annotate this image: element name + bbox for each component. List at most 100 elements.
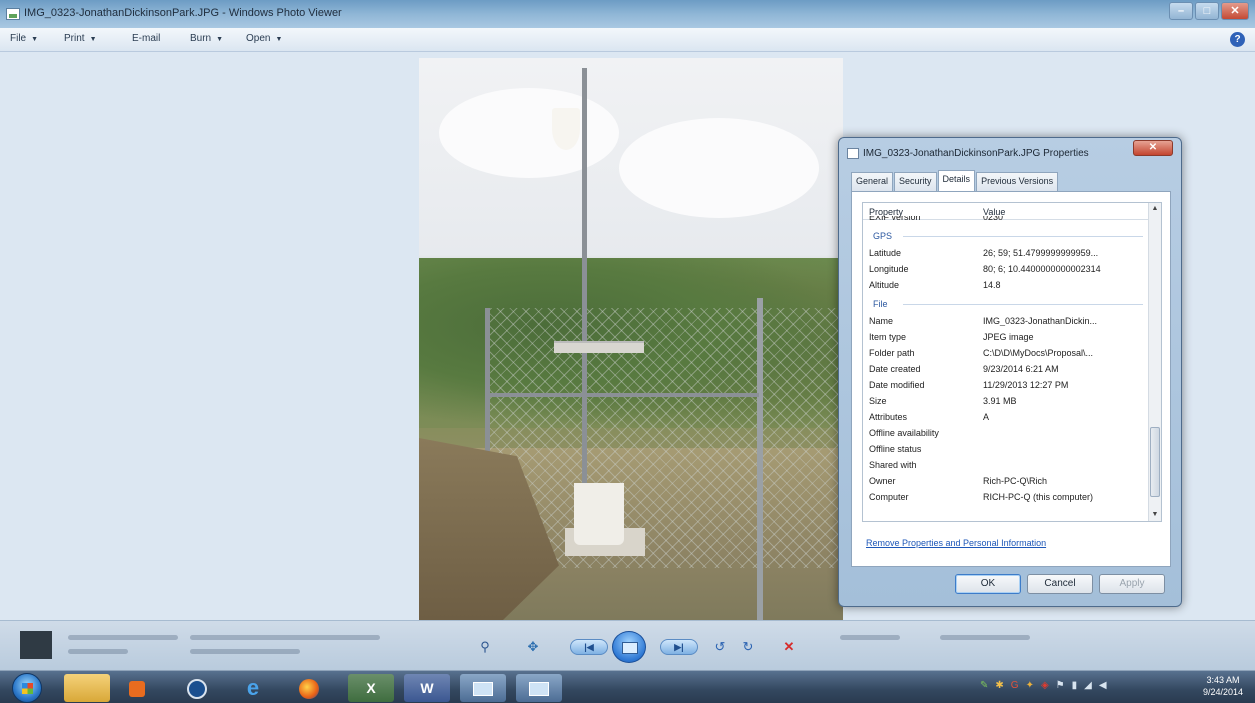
blurred-rating xyxy=(840,635,900,640)
menu-file-label: File xyxy=(10,33,27,44)
menu-email[interactable]: E-mail xyxy=(132,33,160,44)
title-bar: IMG_0323-JonathanDickinsonPark.JPG - Win… xyxy=(0,0,1255,28)
previous-button[interactable]: |◀ xyxy=(570,639,608,655)
clock-date: 9/24/2014 xyxy=(1202,687,1243,697)
details-panel: Property Value EXIF version 0230 GPS Lat… xyxy=(851,191,1171,567)
tray-flag-icon[interactable]: ⚑ xyxy=(1056,680,1065,691)
rotate-counterclockwise-icon[interactable]: ↺ xyxy=(710,637,730,657)
taskbar-word-icon[interactable]: W xyxy=(404,674,450,702)
file-thumbnail xyxy=(20,631,52,659)
taskbar-ie-icon[interactable]: e xyxy=(236,674,270,702)
taskbar-firefox-icon[interactable] xyxy=(292,674,326,702)
ok-button[interactable]: OK xyxy=(955,574,1021,594)
delete-icon[interactable]: ✕ xyxy=(778,637,800,657)
list-row[interactable]: Size 3.91 MB xyxy=(863,393,1149,409)
taskbar-excel-icon[interactable]: X xyxy=(348,674,394,702)
slideshow-button[interactable] xyxy=(612,631,646,663)
apply-button[interactable]: Apply xyxy=(1099,574,1165,594)
rotate-clockwise-icon[interactable]: ↻ xyxy=(738,637,758,657)
photo-viewer-app-icon xyxy=(6,8,20,20)
taskbar-clock[interactable]: 3:43 AM 9/24/2014 xyxy=(1203,674,1243,698)
row-key: Folder path xyxy=(869,348,915,358)
menu-file[interactable]: File ▼ xyxy=(10,33,38,44)
tray-network-icon[interactable]: ◢ xyxy=(1084,680,1092,691)
list-row[interactable]: Attributes A xyxy=(863,409,1149,425)
scroll-up-icon[interactable]: ▲ xyxy=(1149,203,1161,215)
menu-print[interactable]: Print ▼ xyxy=(64,33,97,44)
row-value: C:\D\D\MyDocs\Proposal\... xyxy=(983,348,1094,358)
tray-battery-icon[interactable]: ▮ xyxy=(1072,680,1078,691)
row-key: Offline availability xyxy=(869,428,939,438)
row-value: A xyxy=(983,412,990,422)
list-row[interactable]: Owner Rich-PC-Q\Rich xyxy=(863,473,1149,489)
next-button[interactable]: ▶| xyxy=(660,639,698,655)
list-row[interactable]: Latitude 26; 59; 51.4799999999959... xyxy=(863,245,1149,261)
row-value: 9/23/2014 6:21 AM xyxy=(983,364,1059,374)
group-gps: GPS xyxy=(863,228,1149,244)
tray-shield-icon[interactable]: ◈ xyxy=(1041,680,1049,691)
list-row[interactable]: Computer RICH-PC-Q (this computer) xyxy=(863,489,1149,505)
chevron-down-icon: ▼ xyxy=(216,36,224,43)
start-button[interactable] xyxy=(12,673,42,703)
row-key: Attributes xyxy=(869,412,908,422)
list-row[interactable]: Offline status xyxy=(863,441,1149,457)
taskbar-explorer-icon[interactable] xyxy=(64,674,110,702)
cancel-button[interactable]: Cancel xyxy=(1027,574,1093,594)
taskbar-photo-viewer-icon[interactable] xyxy=(460,674,506,702)
taskbar-media-icon[interactable] xyxy=(120,674,154,702)
tray-app-icon[interactable]: ✱ xyxy=(995,680,1003,691)
tab-security[interactable]: Security xyxy=(894,172,937,191)
tray-google-icon[interactable]: G xyxy=(1011,680,1019,691)
row-key: Shared with xyxy=(869,460,917,470)
menu-burn-label: Burn xyxy=(190,33,212,44)
system-tray: ✎ ✱ G ✦ ◈ ⚑ ▮ ◢ ◀ xyxy=(980,680,1107,691)
close-button[interactable]: ✕ xyxy=(1221,2,1249,20)
row-value: 14.8 xyxy=(983,280,1001,290)
minimize-button[interactable]: – xyxy=(1169,2,1193,20)
row-key: Longitude xyxy=(869,264,909,274)
tray-tool-icon[interactable]: ✦ xyxy=(1026,680,1034,691)
actual-size-icon[interactable]: ✥ xyxy=(522,637,544,657)
remove-properties-link[interactable]: Remove Properties and Personal Informati… xyxy=(866,538,1046,548)
scroll-thumb[interactable] xyxy=(1150,427,1160,497)
properties-scrollbar[interactable]: ▲ ▼ xyxy=(1148,203,1161,521)
row-value: 11/29/2013 12:27 PM xyxy=(983,380,1069,390)
chevron-down-icon: ▼ xyxy=(31,36,39,43)
row-key: Date created xyxy=(869,364,921,374)
menu-print-label: Print xyxy=(64,33,85,44)
list-row[interactable]: Longitude 80; 6; 10.4400000000002314 xyxy=(863,261,1149,277)
photo-fence-rail xyxy=(489,393,759,397)
list-row[interactable]: Offline availability xyxy=(863,425,1149,441)
row-key: Altitude xyxy=(869,280,900,290)
list-row[interactable]: Name IMG_0323-JonathanDickin... xyxy=(863,313,1149,329)
row-value: 3.91 MB xyxy=(983,396,1017,406)
blurred-tags xyxy=(190,649,300,654)
menu-open[interactable]: Open ▼ xyxy=(246,33,282,44)
tray-volume-icon[interactable]: ◀ xyxy=(1099,680,1107,691)
list-row[interactable]: Shared with xyxy=(863,457,1149,473)
clock-time: 3:43 AM xyxy=(1206,675,1240,685)
list-row[interactable]: Date modified 11/29/2013 12:27 PM xyxy=(863,377,1149,393)
tray-pen-icon[interactable]: ✎ xyxy=(980,680,988,691)
taskbar-hp-icon[interactable] xyxy=(180,674,214,702)
list-row[interactable]: Date created 9/23/2014 6:21 AM xyxy=(863,361,1149,377)
taskbar-photo-viewer-icon-2[interactable] xyxy=(516,674,562,702)
properties-list[interactable]: Property Value EXIF version 0230 GPS Lat… xyxy=(862,202,1162,522)
maximize-button[interactable]: □ xyxy=(1195,2,1219,20)
list-row[interactable]: Item type JPEG image xyxy=(863,329,1149,345)
row-value: RICH-PC-Q (this computer) xyxy=(983,492,1094,502)
list-row[interactable]: Folder path C:\D\D\MyDocs\Proposal\... xyxy=(863,345,1149,361)
tab-previous-versions[interactable]: Previous Versions xyxy=(976,172,1059,191)
photo-cloud xyxy=(439,88,619,178)
row-key: Owner xyxy=(869,476,896,486)
blurred-date xyxy=(190,635,380,640)
tab-general[interactable]: General xyxy=(851,172,894,191)
scroll-down-icon[interactable]: ▼ xyxy=(1149,509,1161,521)
help-icon[interactable]: ? xyxy=(1230,32,1245,47)
menu-email-label: E-mail xyxy=(132,33,161,44)
zoom-icon[interactable]: ⚲ xyxy=(470,637,500,657)
list-row[interactable]: Altitude 14.8 xyxy=(863,277,1149,293)
tab-details[interactable]: Details xyxy=(937,170,976,191)
dialog-close-button[interactable]: ✕ xyxy=(1133,140,1173,156)
menu-burn[interactable]: Burn ▼ xyxy=(190,33,223,44)
